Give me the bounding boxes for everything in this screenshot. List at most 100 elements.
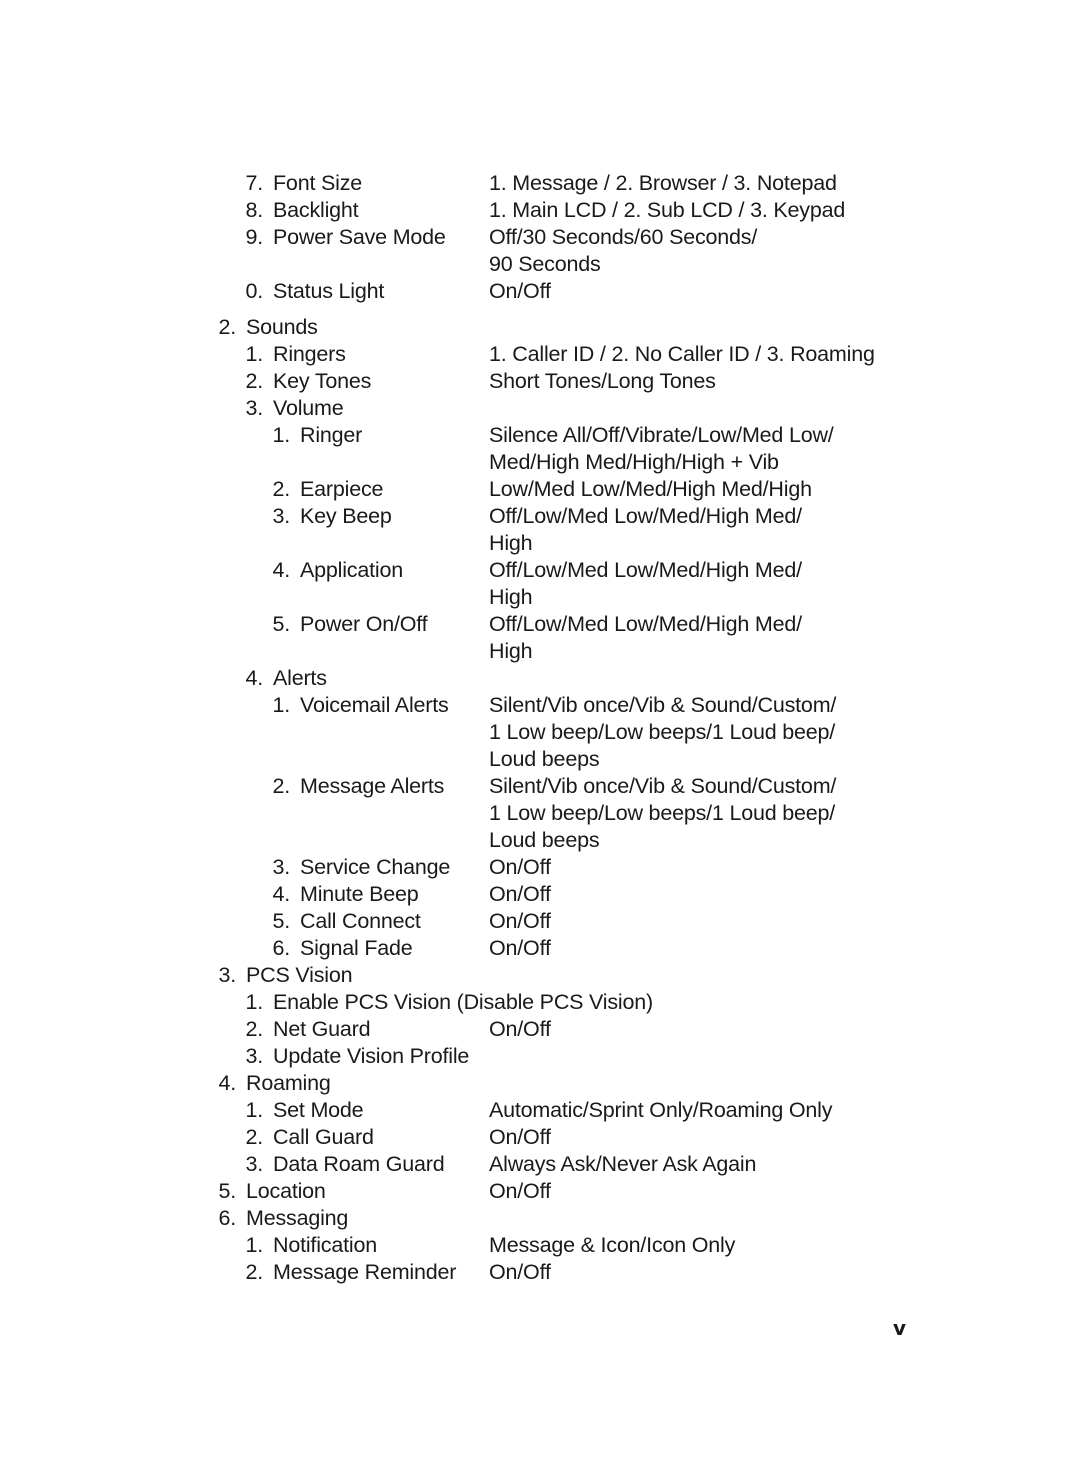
menu-item-label-column: 2. Call Guard xyxy=(0,1124,489,1151)
menu-item: 1. Enable PCS Vision (Disable PCS Vision)… xyxy=(0,989,1080,1016)
menu-item-label: Message Alerts xyxy=(300,774,445,798)
menu-item-label: Status Light xyxy=(273,279,385,303)
menu-item-label-column: 2. Sounds xyxy=(0,314,489,341)
menu-item-number: 9. xyxy=(245,225,263,249)
menu-item: 3.Volume​ xyxy=(0,395,1080,422)
menu-item-number: 4. xyxy=(245,666,263,690)
menu-item-label-column: 1. Notification xyxy=(0,1232,489,1259)
menu-item-options: On/Off xyxy=(489,1179,551,1203)
menu-item-number: 6. xyxy=(218,1206,236,1230)
menu-item: 1. Ringer Silence All/Off/Vibrate/Low/Med … xyxy=(0,422,1080,476)
menu-item-options: Off/Low/Med Low/Med/High Med/ High xyxy=(489,504,802,555)
menu-item-options: On/Off xyxy=(489,279,551,303)
menu-item: 4.Alerts​ xyxy=(0,665,1080,692)
menu-item: 2. Message Reminder On/Off xyxy=(0,1259,1080,1286)
menu-item: 3. Key Beep Off/Low/Med Low/Med/High Med/ … xyxy=(0,503,1080,557)
menu-item: 3. Service Change On/Off xyxy=(0,854,1080,881)
menu-item-options: On/Off xyxy=(489,882,551,906)
menu-item: 2.Sounds​ xyxy=(0,314,1080,341)
menu-item-label: Set Mode xyxy=(273,1098,364,1122)
menu-item-number: 1. xyxy=(245,990,263,1014)
menu-item-label-column: 3. PCS Vision xyxy=(0,962,489,989)
menu-item-label-column: 1. Ringer xyxy=(0,422,489,476)
menu-item-label-column: 1. Ringers xyxy=(0,341,489,368)
menu-item-label-column: 3. Update Vision Profile xyxy=(0,1043,489,1070)
menu-item-label-column: 3. Service Change xyxy=(0,854,489,881)
menu-item: 6. Signal Fade On/Off xyxy=(0,935,1080,962)
menu-item-number: 7. xyxy=(245,171,263,195)
menu-item-options: On/Off xyxy=(489,1125,551,1149)
menu-item-number: 4. xyxy=(218,1071,236,1095)
menu-item-label-column: 8. Backlight xyxy=(0,197,489,224)
menu-item-number: 5. xyxy=(272,909,290,933)
menu-item: 3.Update Vision Profile​ xyxy=(0,1043,1080,1070)
menu-item-number: 2. xyxy=(245,369,263,393)
menu-item-number: 2. xyxy=(218,315,236,339)
menu-item-number: 6. xyxy=(272,936,290,960)
menu-item-label: Backlight xyxy=(273,198,359,222)
menu-item: 2. Net Guard On/Off xyxy=(0,1016,1080,1043)
menu-item-options: On/Off xyxy=(489,855,551,879)
menu-item-label: Call Connect xyxy=(300,909,421,933)
menu-item-label: Key Tones xyxy=(273,369,372,393)
menu-item-label: Message Reminder xyxy=(273,1260,457,1284)
menu-item: 9. Power Save Mode Off/30 Seconds/60 Secon… xyxy=(0,224,1080,278)
menu-item-label-column: 5. Power On/Off xyxy=(0,611,489,665)
menu-item-options: Message & Icon/Icon Only xyxy=(489,1233,736,1257)
menu-item-number: 1. xyxy=(245,342,263,366)
menu-item: 2. Key Tones Short Tones/Long Tones xyxy=(0,368,1080,395)
menu-item-options: Off/Low/Med Low/Med/High Med/ High xyxy=(489,612,802,663)
menu-item: 2. Call Guard On/Off xyxy=(0,1124,1080,1151)
menu-item-options: Off/Low/Med Low/Med/High Med/ High xyxy=(489,558,802,609)
menu-item-label-column: 9. Power Save Mode xyxy=(0,224,489,278)
menu-item-label: Font Size xyxy=(273,171,363,195)
menu-item: 4. Application Off/Low/Med Low/Med/High Me… xyxy=(0,557,1080,611)
menu-item-options: Silence All/Off/Vibrate/Low/Med Low/ Med… xyxy=(489,423,834,474)
menu-item-options: Always Ask/Never Ask Again xyxy=(489,1152,757,1176)
menu-item-number: 1. xyxy=(272,423,290,447)
menu-item-number: 4. xyxy=(272,558,290,582)
menu-item-label: Data Roam Guard xyxy=(273,1152,445,1176)
menu-item: 5. Location On/Off xyxy=(0,1178,1080,1205)
menu-item-label: Power On/Off xyxy=(300,612,428,636)
menu-item-options: Automatic/Sprint Only/Roaming Only xyxy=(489,1098,833,1122)
menu-item-number: 2. xyxy=(245,1017,263,1041)
menu-item-label: Update Vision Profile xyxy=(273,1044,470,1068)
page-number: v xyxy=(893,1316,907,1340)
menu-item-label-column: 5. Location xyxy=(0,1178,489,1205)
menu-item-label-column: 1. Enable PCS Vision (Disable PCS Vision) xyxy=(0,989,653,1016)
menu-item-label-column: 2. Message Reminder xyxy=(0,1259,489,1286)
menu-item: 2. Message Alerts Silent/Vib once/Vib & So… xyxy=(0,773,1080,854)
menu-item-label-column: 1. Voicemail Alerts xyxy=(0,692,489,773)
menu-item-label: Power Save Mode xyxy=(273,225,446,249)
menu-item: 3.PCS Vision​ xyxy=(0,962,1080,989)
menu-item-options: On/Off xyxy=(489,1017,551,1041)
menu-item: 5. Call Connect On/Off xyxy=(0,908,1080,935)
menu-item-label-column: 4. Application xyxy=(0,557,489,611)
menu-item-options: 1. Main LCD / 2. Sub LCD / 3. Keypad xyxy=(489,198,846,222)
menu-item-options: Silent/Vib once/Vib & Sound/Custom/ 1 Lo… xyxy=(489,693,837,771)
menu-item-number: 5. xyxy=(272,612,290,636)
menu-item-label-column: 7. Font Size xyxy=(0,170,489,197)
menu-item-options: Off/30 Seconds/60 Seconds/ 90 Seconds xyxy=(489,225,758,276)
menu-item-options: 1. Message / 2. Browser / 3. Notepad xyxy=(489,171,837,195)
menu-item-label: Volume xyxy=(273,396,344,420)
menu-item-label: Roaming xyxy=(246,1071,331,1095)
menu-item: 5. Power On/Off Off/Low/Med Low/Med/High M… xyxy=(0,611,1080,665)
settings-menu-outline: 7. Font Size 1. Message / 2. Browser / 3. … xyxy=(0,170,1080,1286)
menu-item-options: On/Off xyxy=(489,936,551,960)
menu-item-label: Ringers xyxy=(273,342,346,366)
menu-item-label-column: 2. Earpiece xyxy=(0,476,489,503)
menu-item-label: Enable PCS Vision (Disable PCS Vision) xyxy=(273,990,653,1014)
menu-item-label-column: 2. Key Tones xyxy=(0,368,489,395)
menu-item-label: Call Guard xyxy=(273,1125,374,1149)
menu-item-options: On/Off xyxy=(489,909,551,933)
menu-item-label-column: 1. Set Mode xyxy=(0,1097,489,1124)
menu-item-label: Earpiece xyxy=(300,477,384,501)
menu-item-label-column: 3. Data Roam Guard xyxy=(0,1151,489,1178)
menu-item-label: Signal Fade xyxy=(300,936,413,960)
menu-item-label-column: 2. Net Guard xyxy=(0,1016,489,1043)
menu-item-number: 3. xyxy=(272,504,290,528)
menu-item-number: 1. xyxy=(245,1098,263,1122)
menu-item-label-column: 6. Signal Fade xyxy=(0,935,489,962)
